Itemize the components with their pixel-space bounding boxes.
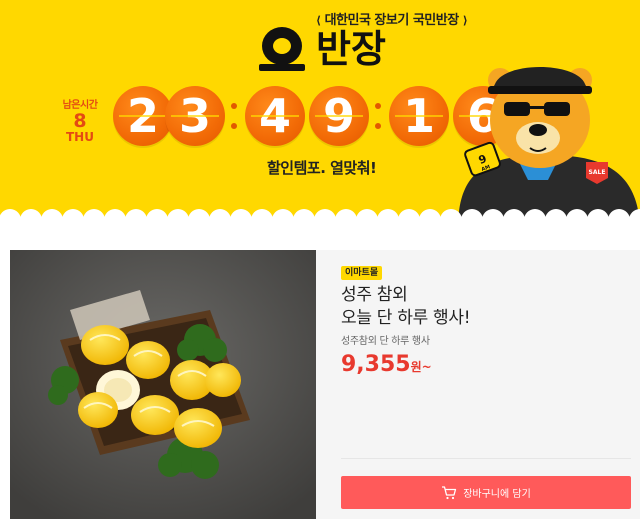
price-unit: 원~ — [410, 360, 432, 374]
countdown-digit: 1 — [389, 86, 449, 146]
cart-icon — [442, 485, 457, 499]
product-title-line2: 오늘 단 하루 행사! — [341, 308, 471, 328]
sale-slogan: 할인템포. 열맞춰! — [267, 159, 377, 177]
scallop-bump — [209, 209, 231, 228]
product-price: 9,355원~ — [341, 352, 432, 377]
scallop-bump — [314, 209, 336, 228]
remaining-time-label: 남은시간 8 THU — [52, 96, 108, 143]
scallop-bump — [293, 209, 315, 228]
scallop-bump — [188, 209, 210, 228]
scallop-edge — [0, 209, 640, 228]
price-value: 9,355 — [341, 352, 411, 377]
scallop-bump — [272, 209, 294, 228]
cart-button-label: 장바구니에 담기 — [463, 489, 531, 500]
scallop-bump — [461, 209, 483, 228]
scallop-bump — [524, 209, 546, 228]
scallop-bump — [356, 209, 378, 228]
countdown-digit: 9 — [309, 86, 369, 146]
scallop-bump — [41, 209, 63, 228]
countdown-digit: 2 — [113, 86, 173, 146]
scallop-bump — [566, 209, 588, 228]
scallop-bump — [146, 209, 168, 228]
scallop-bump — [440, 209, 462, 228]
scallop-bump — [398, 209, 420, 228]
scallop-bump — [167, 209, 189, 228]
product-image[interactable] — [10, 250, 316, 519]
weekday: THU — [66, 130, 94, 144]
product-title[interactable]: 성주 참외 오늘 단 하루 행사! — [341, 284, 471, 330]
bear-mascot-icon: 9 AM SALE — [458, 67, 640, 228]
logo: 반장 — [259, 27, 386, 71]
date-number: 8 — [73, 110, 87, 132]
remaining-text: 남은시간 — [62, 100, 98, 111]
scallop-bump — [83, 209, 105, 228]
scallop-bump — [62, 209, 84, 228]
scallop-bump — [587, 209, 609, 228]
countdown-digit: 4 — [245, 86, 305, 146]
colon-separator — [374, 100, 382, 130]
scallop-bump — [545, 209, 567, 228]
countdown-digit: 3 — [165, 86, 225, 146]
sale-patch: SALE — [589, 169, 606, 176]
scallop-bump — [0, 209, 21, 228]
scallop-bump — [503, 209, 525, 228]
scallop-bump — [377, 209, 399, 228]
scallop-bump — [20, 209, 42, 228]
scallop-bump — [608, 209, 630, 228]
logo-text: 반장 — [316, 27, 386, 71]
scallop-bump — [629, 209, 640, 228]
scallop-bump — [104, 209, 126, 228]
scallop-bump — [335, 209, 357, 228]
scallop-bump — [482, 209, 504, 228]
add-to-cart-button[interactable]: 장바구니에 담기 — [341, 476, 631, 509]
product-title-line1: 성주 참외 — [341, 285, 408, 305]
store-badge: 이마트몰 — [341, 266, 383, 280]
product-subtitle: 성주참외 단 하루 행사 — [341, 336, 430, 347]
divider — [341, 458, 631, 459]
melon-crate-image — [10, 250, 316, 519]
countdown-banner: ⟨ 대한민국 장보기 국민반장 ⟩ 반장 남은시간 8 THU 2 3 4 9 … — [0, 0, 640, 228]
scallop-bump — [230, 209, 252, 228]
scallop-bump — [251, 209, 273, 228]
scallop-bump — [125, 209, 147, 228]
colon-separator — [230, 100, 238, 130]
scallop-bump — [419, 209, 441, 228]
